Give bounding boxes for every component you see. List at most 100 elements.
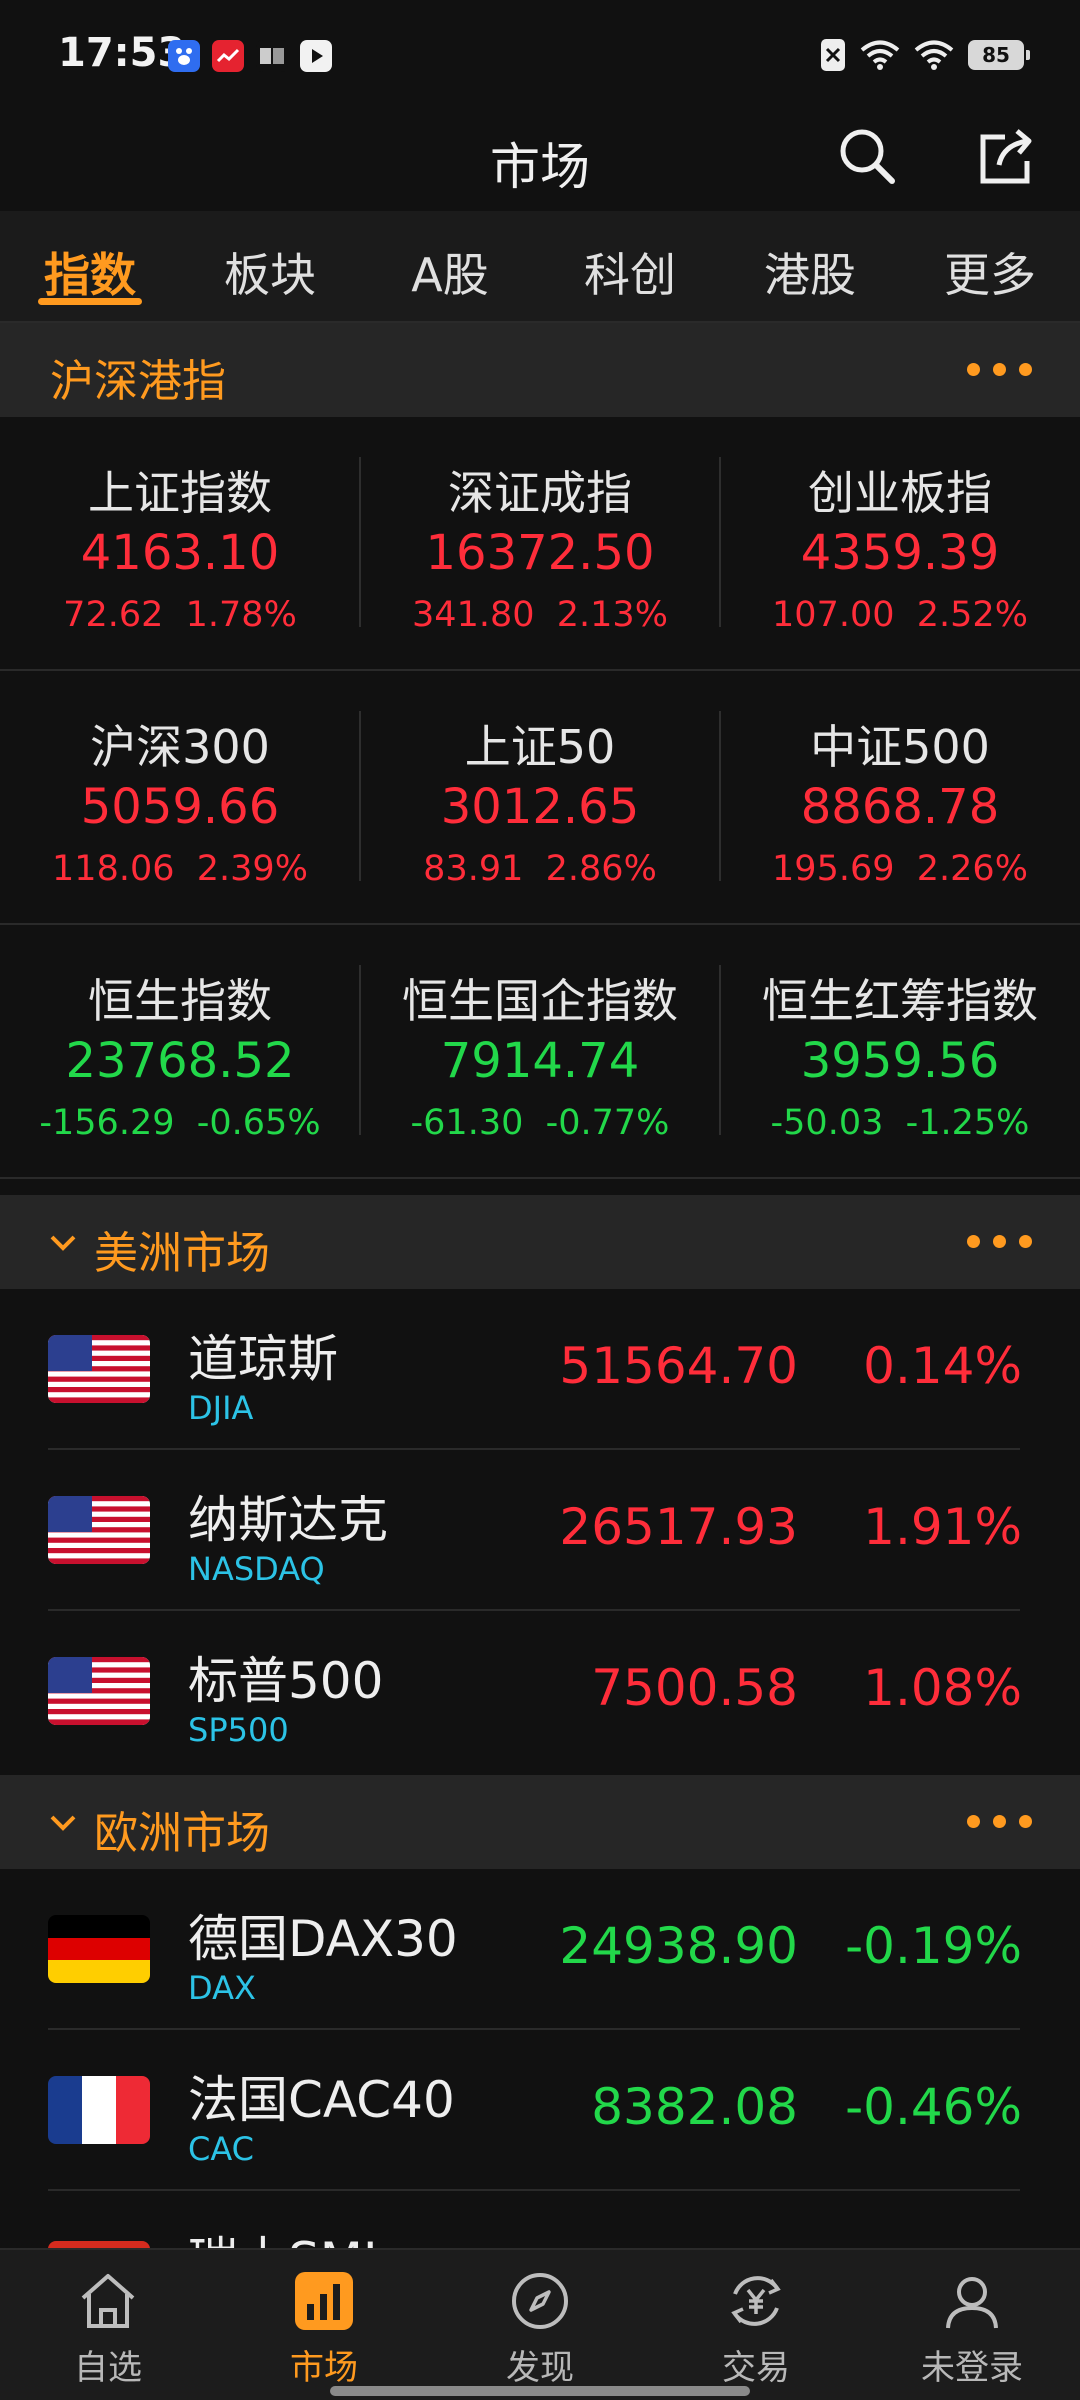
- market-name: 纳斯达克: [188, 1491, 388, 1549]
- index-value: 5059.66: [80, 779, 280, 835]
- market-name: 德国DAX30: [188, 1910, 458, 1968]
- tab-sector[interactable]: 板块: [180, 211, 360, 321]
- market-code: NASDAQ: [188, 1550, 325, 1588]
- market-row[interactable]: 德国DAX30 DAX 24938.90 -0.19%: [0, 1869, 1080, 2030]
- market-row[interactable]: 法国CAC40 CAC 8382.08 -0.46%: [0, 2030, 1080, 2191]
- nav-profile[interactable]: 未登录: [864, 2250, 1080, 2400]
- index-name: 上证50: [464, 720, 616, 774]
- nav-discover[interactable]: 发现: [432, 2250, 648, 2400]
- index-name: 深证成指: [448, 466, 632, 520]
- baidu-icon: [168, 40, 200, 72]
- index-value: 16372.50: [425, 525, 655, 581]
- index-change: 195.69 2.26%: [772, 849, 1028, 889]
- market-code: CAC: [188, 2130, 255, 2168]
- status-indicators: 85: [820, 38, 1030, 72]
- nav-label: 发现: [506, 2348, 574, 2388]
- index-value: 8868.78: [800, 779, 1000, 835]
- market-price: 26517.93: [559, 1498, 798, 1556]
- tab-bar: 指数 板块 A股 科创 港股 更多: [0, 211, 1080, 321]
- user-icon: [946, 2277, 998, 2329]
- index-name: 恒生指数: [88, 974, 272, 1028]
- index-row-1: 上证指数 4163.10 72.62 1.78% 深证成指 16372.50 3…: [0, 417, 1080, 671]
- index-name: 创业板指: [808, 466, 992, 520]
- nav-label: 交易: [722, 2348, 790, 2388]
- nav-label: 自选: [74, 2348, 142, 2388]
- index-card[interactable]: 上证指数 4163.10 72.62 1.78%: [0, 417, 360, 671]
- section-header-europe[interactable]: 欧洲市场: [0, 1775, 1080, 1869]
- sim-blocked-icon: [821, 39, 845, 71]
- index-change: 107.00 2.52%: [772, 595, 1028, 635]
- index-change: 83.91 2.86%: [423, 849, 657, 889]
- index-change: 72.62 1.78%: [63, 595, 297, 635]
- index-change: 118.06 2.39%: [52, 849, 308, 889]
- section-title: 沪深港指: [50, 356, 226, 407]
- tab-more[interactable]: 更多: [900, 211, 1080, 321]
- home-indicator[interactable]: [330, 2386, 750, 2396]
- tab-hk-stocks[interactable]: 港股: [720, 211, 900, 321]
- market-code: DAX: [188, 1969, 256, 2007]
- section-title: 欧洲市场: [94, 1808, 270, 1859]
- nav-label: 市场: [290, 2348, 358, 2388]
- section-header-hs[interactable]: 沪深港指: [0, 323, 1080, 417]
- stock-app-icon: [212, 40, 244, 72]
- index-row-3: 恒生指数 23768.52 -156.29 -0.65% 恒生国企指数 7914…: [0, 925, 1080, 1179]
- more-dots-icon[interactable]: [967, 363, 1032, 376]
- us-flag-icon: [48, 1335, 150, 1403]
- index-value: 4359.39: [800, 525, 1000, 581]
- market-pct: -0.19%: [845, 1917, 1022, 1975]
- section-header-americas[interactable]: 美洲市场: [0, 1195, 1080, 1289]
- nav-label: 未登录: [921, 2348, 1023, 2388]
- index-name: 恒生国企指数: [402, 974, 678, 1028]
- index-name: 沪深300: [90, 720, 270, 774]
- germany-flag-icon: [48, 1915, 150, 1983]
- index-card[interactable]: 恒生国企指数 7914.74 -61.30 -0.77%: [360, 925, 720, 1179]
- index-name: 恒生红筹指数: [762, 974, 1038, 1028]
- market-price: 7500.58: [591, 1659, 798, 1717]
- tab-a-shares[interactable]: A股: [360, 211, 540, 321]
- market-row[interactable]: 标普500 SP500 7500.58 1.08%: [0, 1611, 1080, 1772]
- market-price: 24938.90: [559, 1917, 798, 1975]
- nav-watchlist[interactable]: 自选: [0, 2250, 216, 2400]
- tab-star-market[interactable]: 科创: [540, 211, 720, 321]
- more-dots-icon[interactable]: [967, 1815, 1032, 1828]
- us-flag-icon: [48, 1657, 150, 1725]
- index-change: -61.30 -0.77%: [410, 1103, 670, 1143]
- market-pct: -0.46%: [845, 2078, 1022, 2136]
- market-name: 道琼斯: [188, 1330, 338, 1388]
- app-header: 市场: [0, 105, 1080, 210]
- index-change: 341.80 2.13%: [412, 595, 668, 635]
- index-card[interactable]: 创业板指 4359.39 107.00 2.52%: [720, 417, 1080, 671]
- compass-icon: [512, 2273, 568, 2329]
- home-icon: [81, 2274, 135, 2328]
- more-dots-icon[interactable]: [967, 1235, 1032, 1248]
- nav-trade[interactable]: 交易: [648, 2250, 864, 2400]
- yuan-exchange-icon: [731, 2276, 781, 2326]
- index-name: 中证500: [810, 720, 990, 774]
- index-card[interactable]: 沪深300 5059.66 118.06 2.39%: [0, 671, 360, 925]
- status-bar: 17:53 85: [0, 0, 1080, 105]
- market-code: DJIA: [188, 1389, 254, 1427]
- page-title: 市场: [490, 138, 590, 196]
- index-change: -156.29 -0.65%: [39, 1103, 321, 1143]
- market-price: 51564.70: [559, 1337, 798, 1395]
- reader-icon: [256, 40, 288, 72]
- index-card[interactable]: 上证50 3012.65 83.91 2.86%: [360, 671, 720, 925]
- index-card[interactable]: 中证500 8868.78 195.69 2.26%: [720, 671, 1080, 925]
- index-card[interactable]: 恒生红筹指数 3959.56 -50.03 -1.25%: [720, 925, 1080, 1179]
- nav-market[interactable]: 市场: [216, 2250, 432, 2400]
- search-icon[interactable]: [836, 125, 898, 187]
- market-pct: 1.91%: [863, 1498, 1022, 1556]
- us-flag-icon: [48, 1496, 150, 1564]
- market-price: 8382.08: [591, 2078, 798, 2136]
- market-row[interactable]: 纳斯达克 NASDAQ 26517.93 1.91%: [0, 1450, 1080, 1611]
- index-card[interactable]: 深证成指 16372.50 341.80 2.13%: [360, 417, 720, 671]
- index-value: 23768.52: [65, 1033, 295, 1089]
- battery-indicator: 85: [968, 40, 1030, 70]
- market-row[interactable]: 道琼斯 DJIA 51564.70 0.14%: [0, 1289, 1080, 1450]
- index-card[interactable]: 恒生指数 23768.52 -156.29 -0.65%: [0, 925, 360, 1179]
- index-value: 3959.56: [800, 1033, 1000, 1089]
- index-value: 4163.10: [80, 525, 280, 581]
- play-icon: [300, 40, 332, 72]
- tab-index[interactable]: 指数: [0, 211, 180, 321]
- share-icon[interactable]: [975, 125, 1039, 189]
